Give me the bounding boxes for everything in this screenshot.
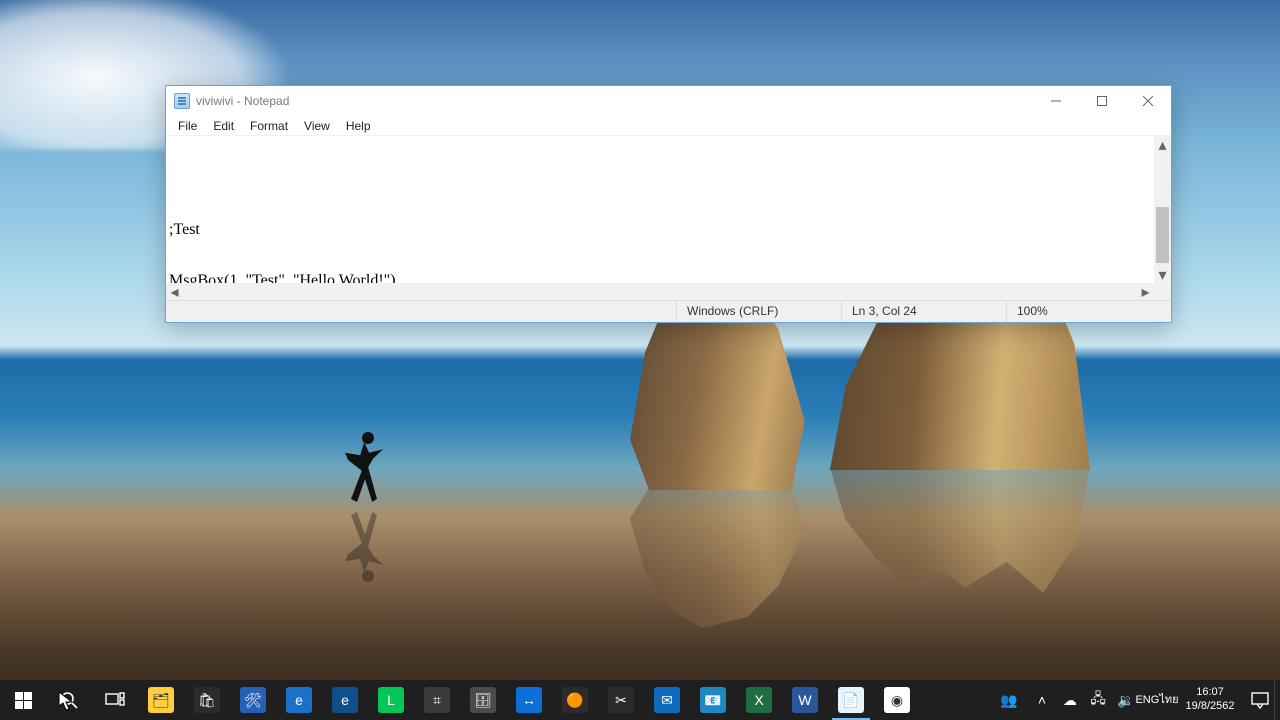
statusbar: Windows (CRLF) Ln 3, Col 24 100% [166,300,1171,322]
menu-help[interactable]: Help [338,118,379,134]
autoit-tool-icon: 🛠 [240,687,266,713]
menu-format[interactable]: Format [242,118,296,134]
wallpaper-runner-reflection [340,506,395,584]
microsoft-store-icon: 🛍 [194,687,220,713]
status-position: Ln 3, Col 24 [841,301,1006,322]
taskbar-app-outlook[interactable]: ✉ [644,680,690,720]
task-view-button[interactable] [92,680,138,720]
vertical-scrollbar[interactable]: ▴ ▾ [1154,136,1171,283]
scroll-left-icon[interactable]: ◂ [166,283,183,300]
notepad-window: viviwivi - Notepad File Edit Format View… [165,85,1172,323]
file-explorer-icon: 🗂 [148,687,174,713]
titlebar[interactable]: viviwivi - Notepad [166,86,1171,116]
menu-view[interactable]: View [296,118,338,134]
line-messenger-icon: L [378,687,404,713]
maximize-button[interactable] [1079,86,1125,116]
status-encoding: Windows (CRLF) [676,301,841,322]
utility-orange-icon: 🟠 [562,687,588,713]
taskbar-app-calculator[interactable]: ⌗ [414,680,460,720]
status-zoom: 100% [1006,301,1171,322]
wallpaper-runner [340,430,395,508]
input-language[interactable]: ENG ไทย [1140,680,1174,720]
close-button[interactable] [1125,86,1171,116]
editor-area: ▴ ▾ ◂ ▸ [166,136,1171,300]
search-button[interactable] [46,680,92,720]
keyboard-layout: ไทย [1159,695,1178,706]
taskbar-app-microsoft-edge[interactable]: e [322,680,368,720]
excel-icon: X [746,687,772,713]
clock-date: 19/8/2562 [1178,700,1242,714]
network-icon[interactable]: 🖧 [1084,680,1112,720]
system-tray: 👥 ˄ ☁ 🖧 🔉 ENG ไทย 16:07 19/8/2562 [990,680,1280,720]
taskbar-app-autoit-tool[interactable]: 🛠 [230,680,276,720]
people-button[interactable]: 👥 [990,680,1028,720]
taskbar-app-microsoft-store[interactable]: 🛍 [184,680,230,720]
taskbar-app-utility-orange[interactable]: 🟠 [552,680,598,720]
microsoft-edge-icon: e [332,687,358,713]
calculator-icon: ⌗ [424,687,450,713]
taskbar-app-notepad[interactable]: 📄 [828,680,874,720]
taskbar-app-chrome[interactable]: ◉ [874,680,920,720]
word-icon: W [792,687,818,713]
clock[interactable]: 16:07 19/8/2562 [1174,682,1246,718]
scroll-up-icon[interactable]: ▴ [1154,136,1171,153]
text-editor[interactable] [166,136,1154,283]
taskbar-app-word[interactable]: W [782,680,828,720]
taskbar-app-teamviewer[interactable]: ↔ [506,680,552,720]
tray-overflow-icon[interactable]: ˄ [1028,680,1056,720]
mail-app-icon: 📧 [700,687,726,713]
scroll-corner [1154,283,1171,300]
snipping-tool-icon: ✂ [608,687,634,713]
taskbar-app-sql-database[interactable]: 🗄 [460,680,506,720]
scroll-track[interactable] [1154,153,1171,266]
taskbar-app-internet-explorer[interactable]: e [276,680,322,720]
action-center-button[interactable] [1246,680,1274,720]
window-title: viviwivi - Notepad [196,94,289,108]
minimize-button[interactable] [1033,86,1079,116]
language-code: ENG [1135,695,1159,706]
notepad-icon [174,93,190,109]
notepad-icon: 📄 [838,687,864,713]
taskbar-app-file-explorer[interactable]: 🗂 [138,680,184,720]
taskbar: 🗂🛍🛠eeL⌗🗄↔🟠✂✉📧XW📄◉ 👥 ˄ ☁ 🖧 🔉 ENG ไทย 16:0… [0,680,1280,720]
taskbar-app-mail-app[interactable]: 📧 [690,680,736,720]
scroll-track[interactable] [183,283,1137,300]
taskbar-app-snipping-tool[interactable]: ✂ [598,680,644,720]
scroll-right-icon[interactable]: ▸ [1137,283,1154,300]
wallpaper-rock-reflection [630,488,820,628]
clock-time: 16:07 [1178,686,1242,700]
wallpaper-rock-reflection [830,468,1090,598]
teamviewer-icon: ↔ [516,687,542,713]
scroll-thumb[interactable] [1156,207,1169,263]
scroll-down-icon[interactable]: ▾ [1154,266,1171,283]
internet-explorer-icon: e [286,687,312,713]
taskbar-app-excel[interactable]: X [736,680,782,720]
sql-database-icon: 🗄 [470,687,496,713]
menu-edit[interactable]: Edit [205,118,242,134]
start-button[interactable] [0,680,46,720]
horizontal-scrollbar[interactable]: ◂ ▸ [166,283,1154,300]
taskbar-app-line-messenger[interactable]: L [368,680,414,720]
show-desktop-button[interactable] [1274,680,1280,720]
outlook-icon: ✉ [654,687,680,713]
chrome-icon: ◉ [884,687,910,713]
menu-file[interactable]: File [170,118,205,134]
onedrive-icon[interactable]: ☁ [1056,680,1084,720]
menubar: File Edit Format View Help [166,116,1171,136]
